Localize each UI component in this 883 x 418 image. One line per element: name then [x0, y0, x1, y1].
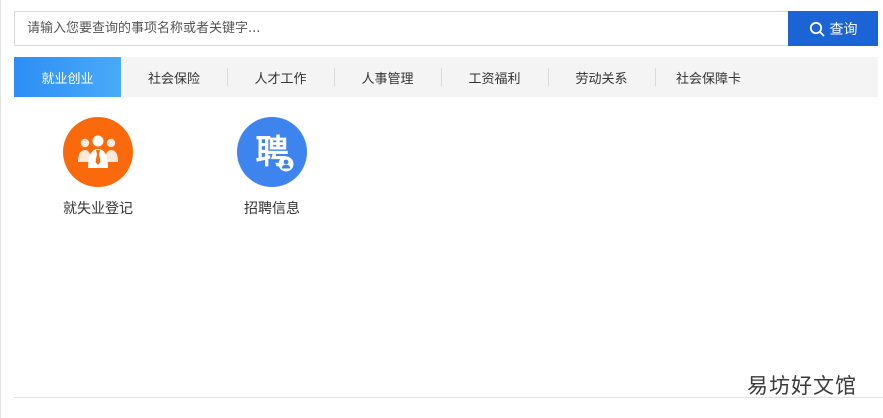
tab-talent-work[interactable]: 人才工作: [227, 57, 334, 97]
tab-label: 人事管理: [361, 71, 414, 87]
tab-social-insurance[interactable]: 社会保险: [121, 57, 227, 97]
tab-employment[interactable]: 就业创业: [14, 57, 121, 97]
user-badge-icon: [278, 156, 294, 172]
search-button-label: 查询: [829, 21, 858, 38]
search-button[interactable]: 查询: [788, 11, 878, 46]
tab-label: 人才工作: [254, 71, 307, 87]
search-input[interactable]: [14, 11, 788, 46]
tab-wages-welfare[interactable]: 工资福利: [441, 57, 548, 97]
tab-label: 工资福利: [468, 71, 521, 87]
tab-label: 就业创业: [41, 71, 94, 87]
tab-label: 劳动关系: [575, 71, 628, 87]
left-border: [0, 0, 1, 418]
tab-label: 社会保险: [147, 71, 200, 87]
service-label: 就失业登记: [63, 201, 133, 217]
tab-label: 社会保障卡: [675, 71, 741, 87]
tab-personnel-management[interactable]: 人事管理: [334, 57, 441, 97]
tab-social-security-card[interactable]: 社会保障卡: [655, 57, 762, 97]
service-label: 招聘信息: [244, 201, 300, 217]
watermark: 易坊好文馆: [747, 374, 857, 398]
people-group-icon: [63, 117, 133, 187]
category-tabs: 就业创业 社会保险 人才工作 人事管理 工资福利 劳动关系 社会保障卡: [14, 57, 878, 97]
search-bar: 查询: [14, 11, 878, 46]
search-icon: [809, 21, 824, 36]
tab-labor-relations[interactable]: 劳动关系: [548, 57, 655, 97]
service-unemployment-registration[interactable]: 就失业登记: [58, 117, 138, 219]
recruit-icon: 聘: [237, 117, 307, 187]
service-recruitment-info[interactable]: 聘 招聘信息: [232, 117, 312, 219]
